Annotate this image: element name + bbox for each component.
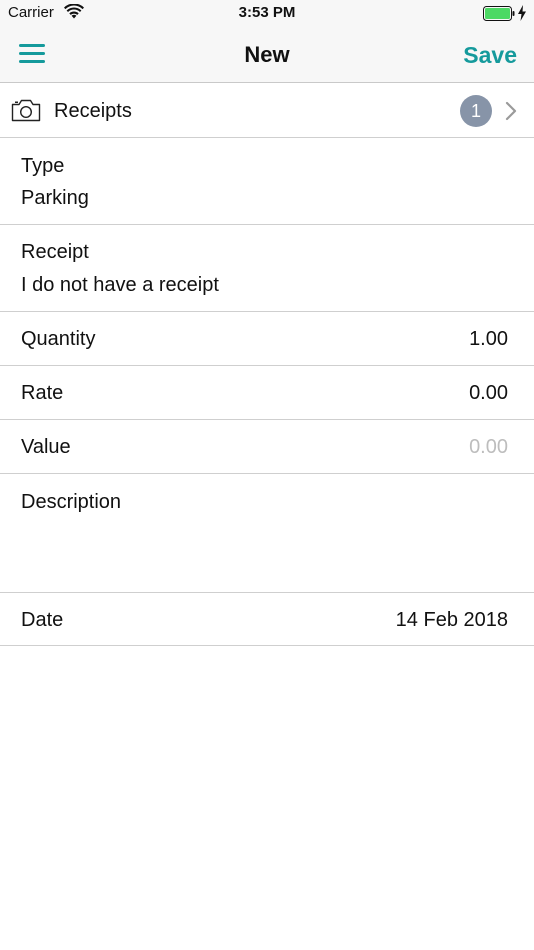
type-label: Type [21,155,65,177]
description-field[interactable]: Description [0,474,534,593]
date-label: Date [21,609,64,631]
date-field[interactable]: Date 14 Feb 2018 [0,593,534,646]
value-input[interactable]: 0.00 [469,436,508,459]
date-value[interactable]: 14 Feb 2018 [396,609,508,632]
rate-label: Rate [21,382,64,404]
battery-icon [483,6,515,21]
divider [0,645,534,646]
page-title: New [244,42,290,67]
camera-icon [11,99,41,122]
value-label: Value [21,436,71,458]
description-label: Description [21,491,122,513]
navigation-bar: New Save [0,28,534,83]
charging-icon [518,5,526,21]
receipts-count-badge: 1 [460,95,492,127]
receipts-label: Receipts [54,100,132,122]
type-field[interactable]: Type Parking [0,139,534,225]
receipt-field[interactable]: Receipt I do not have a receipt [0,225,534,312]
status-bar: Carrier 3:53 PM [0,0,534,28]
value-field[interactable]: Value 0.00 [0,420,534,474]
rate-field[interactable]: Rate 0.00 [0,366,534,420]
quantity-label: Quantity [21,328,96,350]
receipts-row[interactable]: Receipts 1 [0,84,534,138]
quantity-field[interactable]: Quantity 1.00 [0,312,534,366]
status-time: 3:53 PM [238,4,296,21]
rate-input[interactable]: 0.00 [469,382,508,405]
quantity-input[interactable]: 1.00 [469,328,508,351]
chevron-right-icon [505,101,517,121]
type-value: Parking [21,187,89,209]
receipt-value: I do not have a receipt [21,274,219,296]
save-button[interactable]: Save [463,42,517,69]
receipt-label: Receipt [21,241,89,263]
